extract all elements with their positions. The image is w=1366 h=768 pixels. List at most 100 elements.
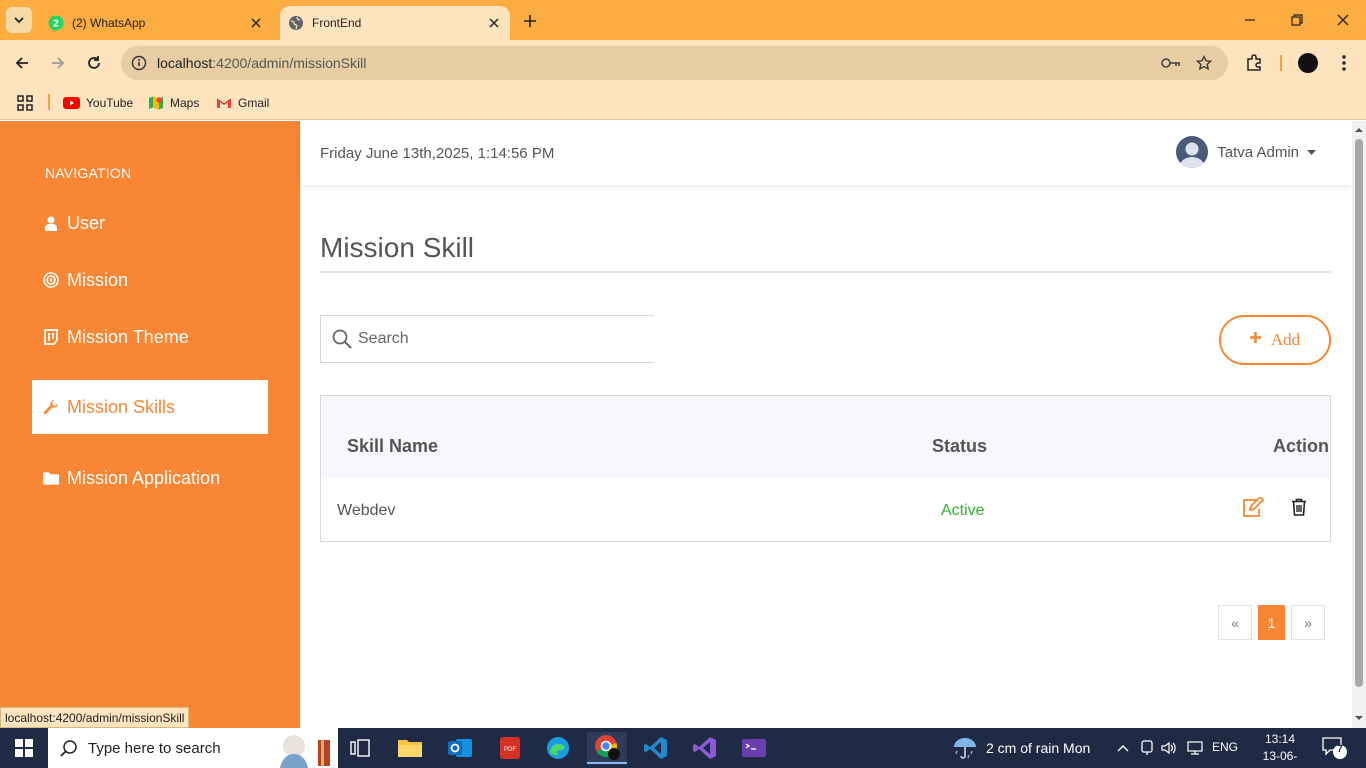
caret-down-icon	[1307, 149, 1316, 155]
show-hidden-icons-icon[interactable]	[1113, 738, 1133, 758]
arrow-right-icon	[52, 57, 65, 69]
address-bar[interactable]: localhost:4200/admin/missionSkill	[121, 46, 1228, 80]
meet-now-icon[interactable]	[1137, 738, 1157, 758]
bookmark-youtube[interactable]: YouTube	[63, 92, 133, 114]
bookmark-gmail[interactable]: Gmail	[216, 92, 269, 114]
notification-count: 7	[1337, 744, 1343, 755]
language-indicator[interactable]: ENG	[1212, 740, 1238, 754]
url-text: localhost:4200/admin/missionSkill	[157, 55, 366, 71]
reload-button[interactable]	[81, 50, 107, 76]
task-view-icon	[350, 739, 370, 757]
taskbar-app-file-explorer[interactable]	[390, 732, 430, 764]
pagination-prev[interactable]: «	[1218, 605, 1252, 640]
tray-weather[interactable]: 2 cm of rain Mon	[952, 728, 1090, 768]
youtube-icon	[63, 97, 80, 109]
bookmarks-divider	[48, 94, 50, 110]
scroll-up-icon[interactable]	[1355, 126, 1363, 134]
scroll-down-icon[interactable]	[1355, 714, 1363, 722]
whatsapp-icon: 2	[48, 15, 64, 31]
folder-icon	[43, 470, 59, 486]
toolbar-divider	[1280, 55, 1282, 71]
search-input[interactable]	[358, 330, 638, 348]
taskbar-app-outlook[interactable]	[440, 732, 480, 764]
add-skill-button[interactable]: Add	[1219, 315, 1331, 365]
taskbar-app-terminal[interactable]	[734, 732, 774, 764]
url-host: localhost	[157, 55, 213, 71]
svg-text:PDF: PDF	[504, 747, 516, 753]
globe-icon	[289, 16, 303, 30]
taskbar-app-edge[interactable]	[538, 732, 578, 764]
taskbar-app-vscode[interactable]	[636, 732, 676, 764]
bookmark-maps[interactable]: Maps	[148, 92, 199, 114]
tab-search-button[interactable]	[6, 7, 32, 33]
maps-icon	[149, 96, 163, 110]
taskbar-app-chrome[interactable]	[587, 732, 627, 764]
nav-heading: NAVIGATION	[45, 165, 132, 181]
minimize-icon	[1245, 19, 1255, 21]
apps-button[interactable]	[17, 92, 33, 114]
scrollbar-thumb[interactable]	[1355, 139, 1363, 687]
tab-frontend[interactable]: FrontEnd	[280, 6, 510, 40]
sidebar-item-label: Mission Skills	[67, 396, 176, 417]
browser-menu-button[interactable]	[1332, 51, 1356, 75]
top-header: Friday June 13th,2025, 1:14:56 PM Tatva …	[300, 121, 1352, 185]
bookmark-label: Gmail	[238, 96, 270, 110]
site-info-icon[interactable]	[129, 53, 149, 73]
clock-date: 13-06-2025	[1262, 749, 1298, 768]
close-window-button[interactable]	[1331, 8, 1355, 32]
task-view-button[interactable]	[340, 732, 380, 764]
delete-icon[interactable]	[1287, 495, 1311, 519]
target-icon	[43, 272, 59, 288]
taskbar-app-pdf[interactable]: PDF	[490, 732, 530, 764]
sidebar-item-label: Mission Application	[67, 467, 221, 488]
current-datetime: Friday June 13th,2025, 1:14:56 PM	[320, 145, 555, 162]
windows-taskbar: Type here to search PDF 2 cm of rain Mon	[0, 728, 1366, 768]
extensions-button[interactable]	[1242, 51, 1266, 75]
avatar	[1176, 136, 1209, 168]
browser-toolbar: localhost:4200/admin/missionSkill	[0, 40, 1366, 86]
bookmarks-bar: YouTube Maps Gmail	[0, 86, 1366, 120]
page-scrollbar[interactable]	[1352, 121, 1366, 728]
gmail-icon	[216, 98, 232, 108]
user-name: Tatva Admin	[1217, 143, 1299, 161]
volume-icon[interactable]	[1159, 738, 1179, 758]
plus-icon	[524, 15, 536, 27]
start-button[interactable]	[0, 728, 48, 768]
pagination-page-1[interactable]: 1	[1258, 605, 1285, 640]
sidebar-item-user[interactable]: User	[32, 196, 268, 250]
forward-button[interactable]	[45, 50, 71, 76]
back-button[interactable]	[9, 50, 35, 76]
close-tab-icon[interactable]	[484, 13, 504, 33]
sidebar-item-mission-application[interactable]: Mission Application	[32, 451, 268, 505]
minimize-button[interactable]	[1238, 8, 1262, 32]
tray-clock[interactable]: 13:14 13-06-2025	[1252, 731, 1308, 768]
sidebar-item-mission-theme[interactable]: Mission Theme	[32, 310, 268, 364]
tab-whatsapp[interactable]: 2 (2) WhatsApp	[40, 6, 272, 40]
taskbar-app-visual-studio[interactable]	[685, 732, 725, 764]
url-path: :4200/admin/missionSkill	[212, 55, 367, 71]
user-menu[interactable]: Tatva Admin	[1176, 136, 1316, 168]
sidebar-item-mission-skills[interactable]: Mission Skills	[32, 380, 268, 434]
new-tab-button[interactable]	[518, 9, 542, 33]
pagination-next[interactable]: »	[1291, 605, 1325, 640]
restore-icon	[1291, 14, 1303, 26]
sidebar-item-mission[interactable]: Mission	[32, 253, 268, 307]
clock-time: 13:14	[1264, 732, 1296, 746]
user-icon	[43, 215, 59, 231]
taskbar-search[interactable]: Type here to search	[48, 728, 338, 768]
action-center-button[interactable]: 7	[1322, 736, 1348, 760]
search-field[interactable]	[320, 315, 654, 363]
profile-button[interactable]	[1296, 51, 1320, 75]
wrench-icon	[43, 399, 59, 415]
outlook-icon	[448, 739, 472, 757]
title-divider	[320, 271, 1331, 273]
edit-icon[interactable]	[1241, 495, 1265, 519]
password-key-icon[interactable]	[1161, 53, 1181, 73]
close-tab-icon[interactable]	[246, 13, 266, 33]
table-header: Skill Name Status Action	[321, 396, 1330, 479]
taskbar-search-placeholder: Type here to search	[88, 739, 221, 757]
kebab-menu-icon	[1342, 55, 1346, 71]
restore-button[interactable]	[1285, 8, 1309, 32]
bookmark-star-icon[interactable]	[1194, 53, 1214, 73]
network-icon[interactable]	[1185, 738, 1205, 758]
